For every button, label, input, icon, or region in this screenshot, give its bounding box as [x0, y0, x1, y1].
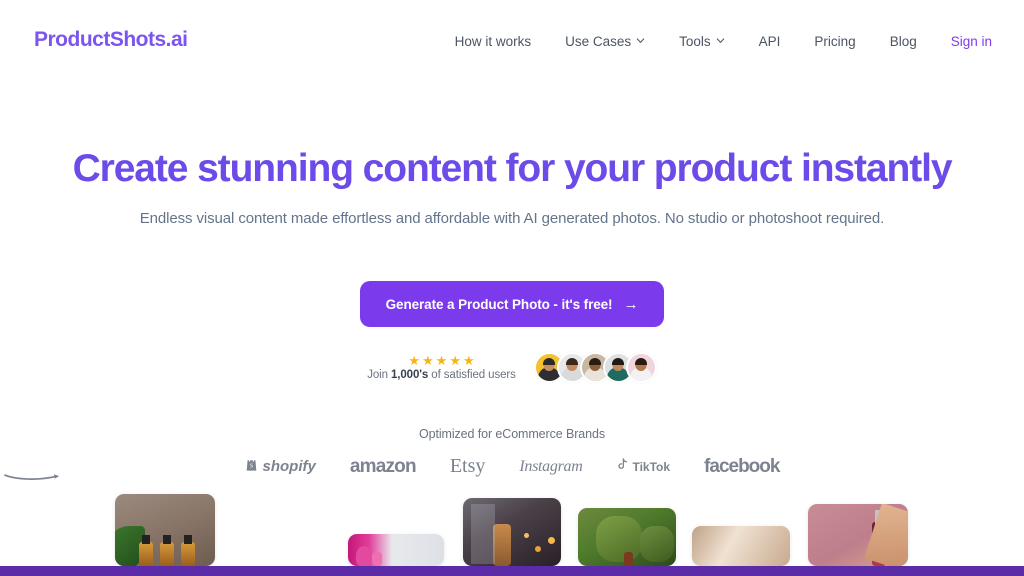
tiktok-note-icon — [616, 458, 628, 475]
chevron-down-icon — [636, 36, 645, 45]
nav-pricing-label: Pricing — [814, 34, 856, 49]
cta-container: Generate a Product Photo - it's free! → — [0, 281, 1024, 327]
nav-how-it-works[interactable]: How it works — [438, 30, 549, 53]
nav-use-cases[interactable]: Use Cases — [548, 30, 662, 53]
gallery-card-image — [348, 534, 444, 566]
svg-text:S: S — [249, 463, 252, 469]
site-logo[interactable]: ProductShots.ai — [34, 28, 188, 52]
star-icon: ★ — [422, 353, 434, 368]
brand-amazon: amazon — [4, 455, 417, 480]
nav-pricing[interactable]: Pricing — [797, 30, 872, 53]
sign-in-link[interactable]: Sign in — [934, 30, 1002, 53]
brand-facebook-label: facebook — [704, 455, 780, 477]
gallery-card-wine[interactable] — [808, 504, 908, 566]
brand-tiktok: TikTok — [616, 458, 670, 475]
brand-etsy: Etsy — [450, 455, 486, 478]
social-proof: ★ ★ ★ ★ ★ Join 1,000's of satisfied users — [0, 352, 1024, 383]
social-text-prefix: Join — [367, 369, 391, 381]
nav-api[interactable]: API — [742, 30, 798, 53]
gallery-card-image — [463, 498, 561, 566]
brand-tiktok-label: TikTok — [632, 459, 671, 474]
gallery-card-image — [115, 494, 215, 566]
brand-shopify: S shopify — [245, 457, 316, 477]
brand-amazon-label: amazon — [349, 455, 417, 477]
product-photo-gallery — [0, 486, 1024, 566]
gallery-card-image — [808, 504, 908, 566]
user-avatars — [533, 352, 657, 383]
site-header: ProductShots.ai How it works Use Cases Too… — [0, 0, 1024, 82]
nav-use-cases-label: Use Cases — [565, 34, 632, 49]
gallery-card-image — [692, 526, 790, 566]
hero-subtitle: Endless visual content made effortless a… — [139, 210, 885, 227]
social-text-count: 1,000's — [390, 369, 429, 381]
star-icon: ★ — [408, 353, 420, 368]
satisfied-users-label: Join 1,000's of satisfied users — [367, 369, 516, 381]
brand-instagram: Instagram — [519, 458, 582, 476]
brand-facebook: facebook — [704, 455, 780, 478]
star-icon: ★ — [449, 353, 461, 368]
page-title: Create stunning content for your product… — [72, 147, 953, 190]
nav-tools-label: Tools — [679, 34, 711, 49]
main-navigation: How it works Use Cases Tools API Pricing Blog… — [438, 30, 1002, 53]
shopping-bag-icon: S — [245, 457, 258, 477]
brand-shopify-label: shopify — [262, 458, 316, 475]
brand-instagram-label: Instagram — [519, 457, 583, 475]
avatar-5 — [625, 352, 657, 383]
cta-label: Generate a Product Photo - it's free! — [385, 296, 613, 312]
chevron-down-icon — [716, 36, 725, 45]
gallery-card-pink-product[interactable] — [348, 534, 444, 566]
amazon-swoosh-icon — [4, 474, 59, 480]
nav-blog[interactable]: Blog — [873, 30, 934, 53]
gallery-card-moss[interactable] — [578, 508, 676, 566]
brand-etsy-label: Etsy — [449, 455, 486, 477]
social-proof-text-block: ★ ★ ★ ★ ★ Join 1,000's of satisfied users — [367, 354, 516, 381]
landing-page: ProductShots.ai How it works Use Cases Too… — [0, 0, 1024, 576]
brands-heading: Optimized for eCommerce Brands — [419, 427, 605, 441]
nav-tools[interactable]: Tools — [662, 30, 742, 53]
brand-logos: S shopify amazon Etsy Instagram TikTok f… — [0, 455, 1024, 480]
gallery-card-beige[interactable] — [692, 526, 790, 566]
star-icon: ★ — [435, 353, 448, 368]
nav-how-it-works-label: How it works — [454, 34, 532, 49]
generate-product-photo-button[interactable]: Generate a Product Photo - it's free! → — [359, 281, 665, 327]
social-text-suffix: of satisfied users — [428, 369, 516, 381]
nav-blog-label: Blog — [889, 34, 917, 49]
gallery-card-image — [578, 508, 676, 566]
star-rating: ★ ★ ★ ★ ★ — [408, 354, 474, 367]
star-icon: ★ — [462, 353, 475, 368]
gallery-card-bottles[interactable] — [115, 494, 215, 566]
bottom-accent-band — [0, 566, 1024, 576]
nav-api-label: API — [758, 34, 781, 49]
arrow-right-icon: → — [623, 295, 639, 313]
gallery-card-street[interactable] — [463, 498, 561, 566]
